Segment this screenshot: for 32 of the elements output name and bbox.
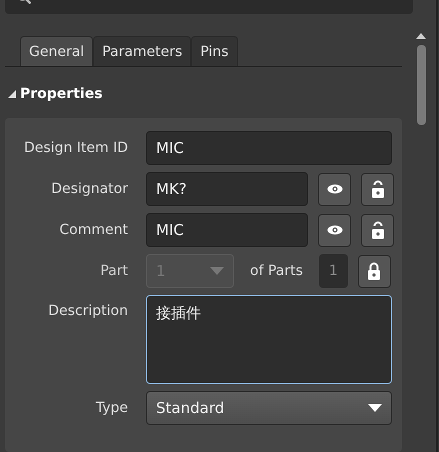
visibility-toggle[interactable]	[318, 214, 351, 246]
field-label: Comment	[58, 222, 128, 238]
description-field[interactable]: 接插件	[146, 295, 392, 384]
field-label: of Parts	[250, 263, 303, 279]
unlocked-padlock-icon	[372, 221, 384, 239]
scroll-up-icon[interactable]	[416, 33, 426, 39]
locked-padlock-icon	[368, 262, 380, 280]
dropdown-value: Standard	[156, 399, 224, 417]
field-label: Part	[99, 263, 128, 279]
tab[interactable]: General	[20, 36, 94, 66]
field-label: Type	[94, 400, 128, 416]
unlocked-padlock-icon	[372, 180, 384, 198]
tab[interactable]: Pins	[191, 36, 238, 66]
dropdown-caret-icon	[210, 267, 224, 275]
dropdown-caret-icon	[368, 404, 382, 412]
scrollbar-thumb[interactable]	[416, 45, 426, 125]
section-title: Properties	[20, 86, 103, 102]
text-field[interactable]: MK?	[146, 172, 308, 206]
tab[interactable]: Parameters	[93, 36, 192, 66]
part-count: 1	[318, 254, 348, 288]
visibility-toggle[interactable]	[318, 172, 351, 206]
type-dropdown[interactable]: Standard	[146, 391, 392, 425]
field-label: Description	[47, 302, 128, 319]
eye-icon	[326, 225, 342, 235]
field-label: Designator	[50, 181, 128, 197]
lock-toggle[interactable]	[361, 214, 394, 246]
expanded-triangle-icon[interactable]	[8, 90, 16, 98]
lock-toggle[interactable]	[361, 172, 394, 206]
text-field[interactable]: MIC	[146, 213, 308, 247]
field-label: Design Item ID	[22, 140, 128, 156]
eye-icon	[326, 184, 342, 194]
text-field[interactable]: MIC	[146, 131, 392, 165]
